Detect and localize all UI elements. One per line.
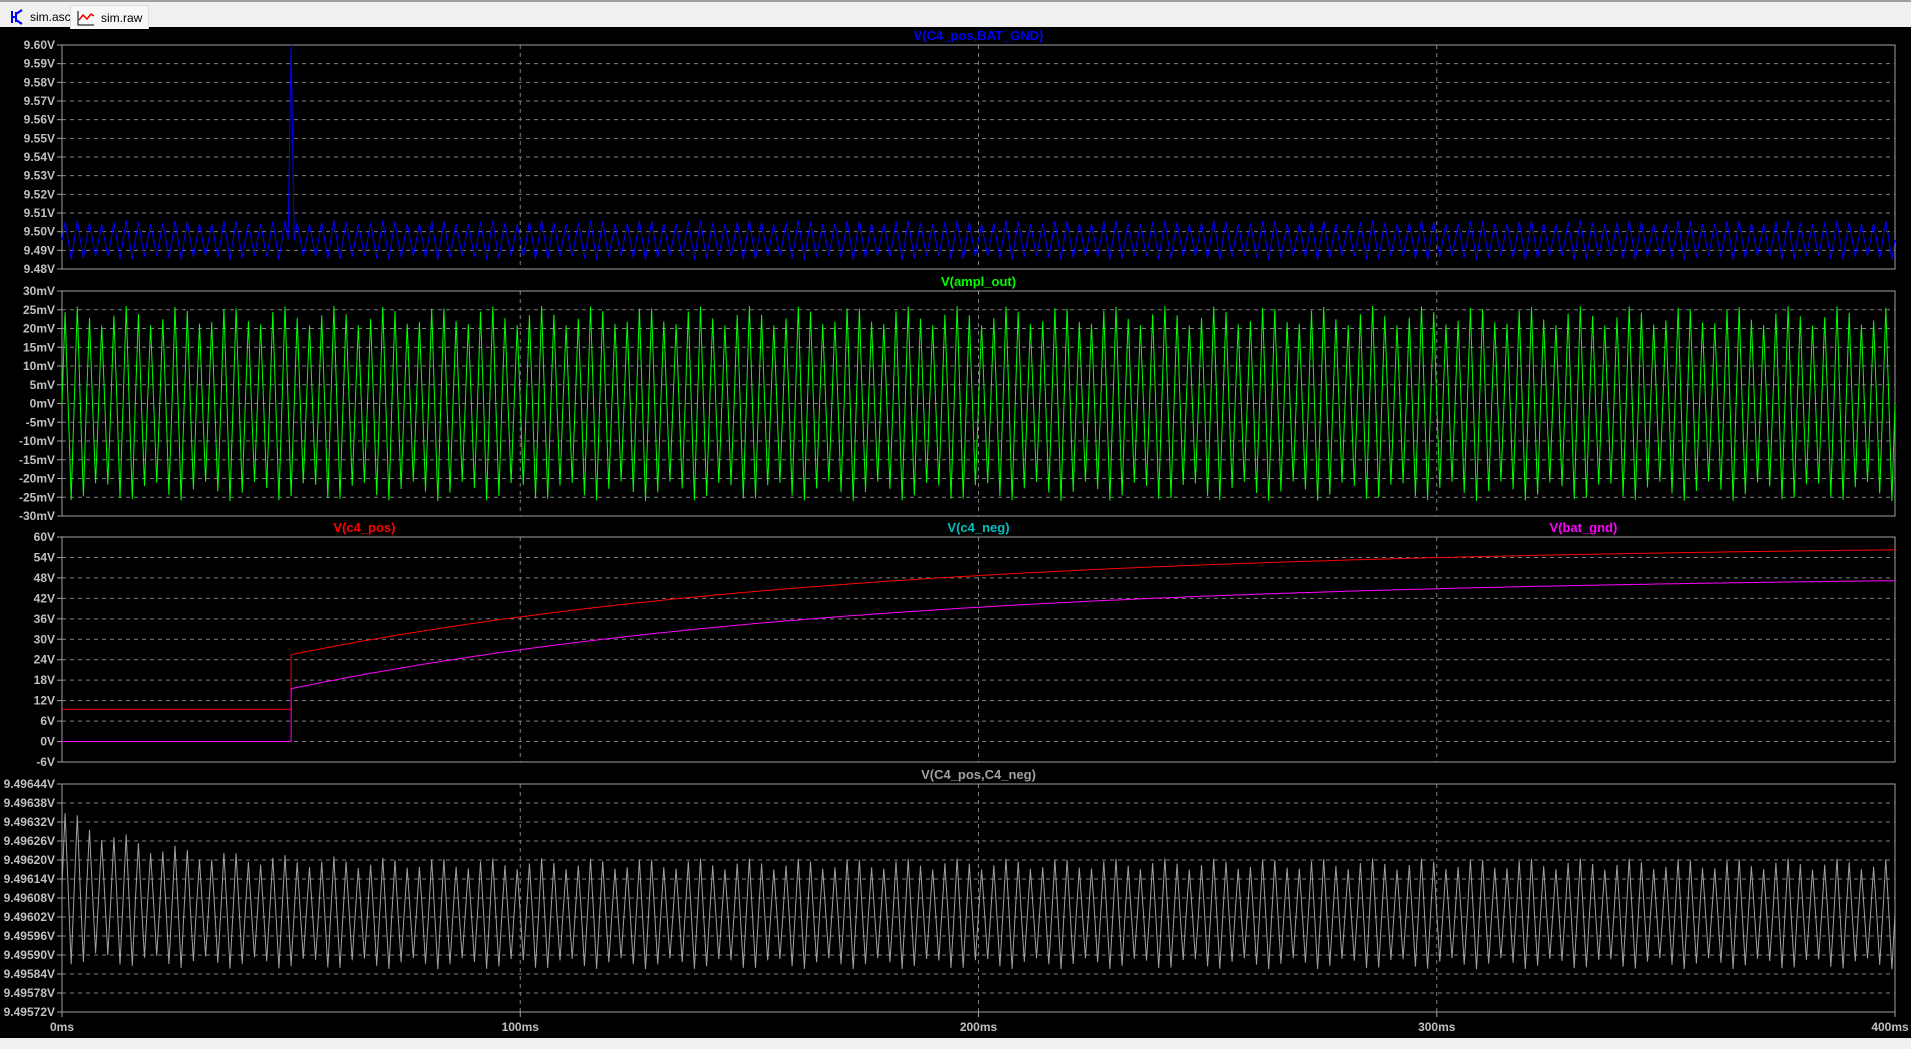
y-tick-label: 9.49578V bbox=[4, 986, 55, 1000]
waveform-icon bbox=[77, 10, 95, 25]
tab-label: sim.raw bbox=[101, 10, 143, 25]
y-tick-label: 24V bbox=[34, 653, 55, 667]
x-tick-label: 200ms bbox=[960, 1020, 998, 1034]
y-tick-label: -5mV bbox=[26, 415, 55, 429]
y-tick-label: 9.56V bbox=[24, 113, 55, 127]
y-tick-label: 9.49590V bbox=[4, 948, 55, 962]
y-tick-label: 9.48V bbox=[24, 262, 55, 276]
y-tick-label: 10mV bbox=[23, 359, 55, 373]
y-tick-label: -6V bbox=[36, 755, 55, 769]
y-tick-label: 9.60V bbox=[24, 38, 55, 52]
panel-title: V(C4_pos,C4_neg) bbox=[921, 767, 1036, 782]
x-tick-label: 400ms bbox=[1871, 1020, 1909, 1034]
y-tick-label: 18V bbox=[34, 673, 55, 687]
y-tick-label: 9.58V bbox=[24, 75, 55, 89]
y-tick-label: 9.50V bbox=[24, 225, 55, 239]
tab-label: sim.asc bbox=[30, 10, 71, 24]
legend-label: V(bat_gnd) bbox=[1549, 520, 1617, 535]
y-tick-label: 54V bbox=[34, 550, 55, 564]
y-tick-label: 5mV bbox=[30, 378, 55, 392]
y-tick-label: 30V bbox=[34, 632, 55, 646]
y-tick-label: -15mV bbox=[19, 453, 55, 467]
y-tick-label: 9.49572V bbox=[4, 1005, 55, 1019]
y-tick-label: 6V bbox=[40, 714, 55, 728]
legend-label: V(c4_neg) bbox=[947, 520, 1009, 535]
transistor-icon bbox=[11, 9, 23, 25]
y-tick-label: 42V bbox=[34, 591, 55, 605]
y-tick-label: 0V bbox=[40, 735, 55, 749]
y-tick-label: 9.49608V bbox=[4, 891, 55, 905]
y-tick-label: 48V bbox=[34, 571, 55, 585]
status-bar bbox=[0, 1038, 1911, 1049]
y-tick-label: 9.49626V bbox=[4, 834, 55, 848]
y-tick-label: 36V bbox=[34, 612, 55, 626]
trace-v-ampl-out- bbox=[61, 305, 1896, 502]
y-tick-label: 9.49602V bbox=[4, 910, 55, 924]
x-tick-label: 300ms bbox=[1418, 1020, 1456, 1034]
y-tick-label: 9.52V bbox=[24, 187, 55, 201]
y-tick-label: -10mV bbox=[19, 434, 55, 448]
tab-sim-raw[interactable]: sim.raw bbox=[70, 5, 150, 29]
y-tick-label: 9.51V bbox=[24, 206, 55, 220]
y-tick-label: 12V bbox=[34, 694, 55, 708]
y-tick-label: 9.53V bbox=[24, 169, 55, 183]
tab-sim-asc[interactable]: sim.asc bbox=[4, 5, 77, 29]
y-tick-label: 0mV bbox=[30, 397, 55, 411]
y-tick-label: -25mV bbox=[19, 490, 55, 504]
y-tick-label: 9.57V bbox=[24, 94, 55, 108]
y-tick-label: 9.54V bbox=[24, 150, 55, 164]
panel-title: V(C4_pos,BAT_GND) bbox=[914, 28, 1044, 43]
y-tick-label: 9.59V bbox=[24, 57, 55, 71]
legend-label: V(c4_pos) bbox=[333, 520, 395, 535]
y-tick-label: 9.49638V bbox=[4, 796, 55, 810]
y-tick-label: 20mV bbox=[23, 322, 55, 336]
y-tick-label: -30mV bbox=[19, 509, 55, 523]
x-tick-label: 0ms bbox=[50, 1020, 74, 1034]
panel-title: V(ampl_out) bbox=[941, 274, 1016, 289]
y-tick-label: 9.49584V bbox=[4, 967, 55, 981]
y-tick-label: 9.49644V bbox=[4, 777, 55, 791]
y-tick-label: 9.49620V bbox=[4, 853, 55, 867]
y-tick-label: 9.49V bbox=[24, 243, 55, 257]
y-tick-label: -20mV bbox=[19, 472, 55, 486]
y-tick-label: 25mV bbox=[23, 303, 55, 317]
y-tick-label: 60V bbox=[34, 530, 55, 544]
waveform-viewer[interactable]: 9.60V 9.59V 9.58V 9.57V 9.56V 9.55V 9.54V 9.53V… bbox=[0, 27, 1911, 1038]
y-tick-label: 9.49596V bbox=[4, 929, 55, 943]
trace-v-c4-pos- bbox=[62, 549, 1896, 710]
y-tick-label: 15mV bbox=[23, 340, 55, 354]
y-tick-label: 9.49614V bbox=[4, 872, 55, 886]
y-tick-label: 9.55V bbox=[24, 131, 55, 145]
y-tick-label: 30mV bbox=[23, 284, 55, 298]
tab-bar: sim.asc sim.raw bbox=[0, 0, 1911, 29]
y-tick-label: 9.49632V bbox=[4, 815, 55, 829]
x-tick-label: 100ms bbox=[502, 1020, 540, 1034]
